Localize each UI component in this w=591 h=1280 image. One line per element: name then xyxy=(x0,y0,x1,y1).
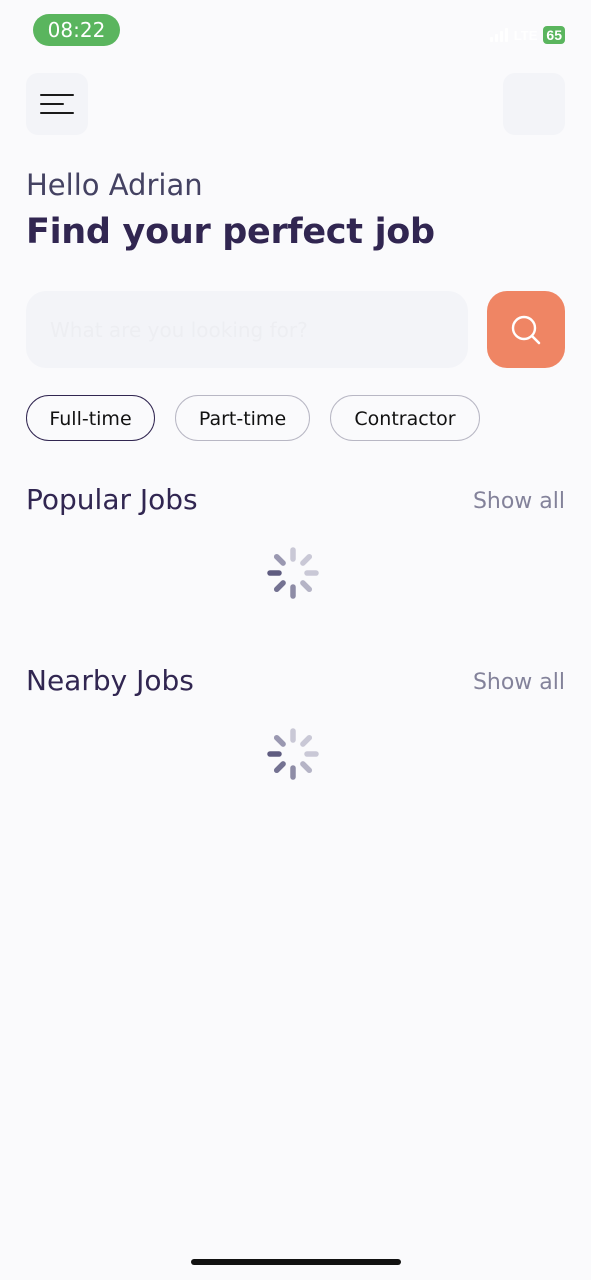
greeting-text: Hello Adrian xyxy=(26,168,203,202)
menu-button[interactable] xyxy=(26,73,88,135)
job-type-contractor[interactable]: Contractor xyxy=(330,395,480,441)
status-time: 08:22 xyxy=(33,14,120,46)
popular-jobs-show-all[interactable]: Show all xyxy=(473,489,565,514)
popular-jobs-title: Popular Jobs xyxy=(26,483,198,516)
loading-spinner-icon xyxy=(267,728,319,780)
profile-button[interactable] xyxy=(503,73,565,135)
status-indicators: LTE 65 xyxy=(489,24,565,46)
search-icon xyxy=(511,315,541,344)
page-title: Find your perfect job xyxy=(26,212,435,252)
loading-spinner-icon xyxy=(267,547,319,599)
home-indicator[interactable] xyxy=(191,1259,401,1265)
network-type: LTE xyxy=(513,27,538,43)
signal-icon xyxy=(489,28,508,42)
search-button[interactable] xyxy=(487,291,565,368)
nearby-jobs-show-all[interactable]: Show all xyxy=(473,670,565,695)
search-input[interactable] xyxy=(26,291,450,368)
job-type-part-time[interactable]: Part-time xyxy=(175,395,310,441)
job-type-full-time[interactable]: Full-time xyxy=(26,395,155,441)
battery-icon: 65 xyxy=(543,26,565,44)
nearby-jobs-title: Nearby Jobs xyxy=(26,664,194,697)
search-bar xyxy=(26,291,468,368)
